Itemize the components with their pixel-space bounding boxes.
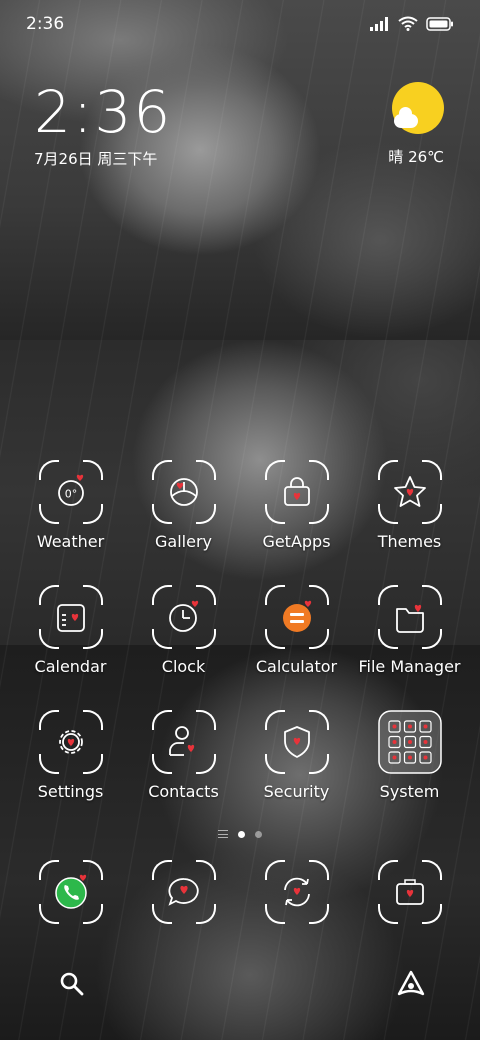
app-calculator[interactable]: Calculator — [240, 585, 353, 710]
app-label: System — [379, 782, 440, 801]
clock-widget-date: 7月26日 周三下午 — [34, 150, 158, 168]
app-weather[interactable]: 0° Weather — [14, 460, 127, 585]
app-label: Calculator — [255, 657, 338, 676]
app-file-manager[interactable]: File Manager — [353, 585, 466, 710]
themes-icon — [377, 460, 442, 524]
app-label: Weather — [36, 532, 105, 551]
cloud-icon — [394, 107, 418, 128]
app-label: Calendar — [34, 657, 107, 676]
page-menu-icon — [218, 830, 228, 838]
getapps-icon — [264, 460, 329, 524]
calendar-icon — [38, 585, 103, 649]
dock-messages[interactable] — [127, 860, 240, 924]
app-label: File Manager — [358, 657, 461, 676]
status-bar: 2:36 — [0, 0, 480, 50]
app-clock[interactable]: Clock — [127, 585, 240, 710]
app-label: Settings — [37, 782, 104, 801]
app-label: GetApps — [262, 532, 331, 551]
page-indicator[interactable] — [0, 830, 480, 838]
app-getapps[interactable]: GetApps — [240, 460, 353, 585]
phone-icon — [38, 860, 103, 924]
app-grid: 0° Weather Gallery GetApps Themes Calend… — [14, 460, 466, 835]
page-dot — [255, 830, 262, 838]
security-icon — [264, 710, 329, 774]
dock-camera[interactable] — [353, 860, 466, 924]
app-contacts[interactable]: Contacts — [127, 710, 240, 835]
app-label: Clock — [161, 657, 206, 676]
contacts-icon — [151, 710, 216, 774]
clock-icon — [151, 585, 216, 649]
app-system-folder[interactable]: System — [353, 710, 466, 835]
weather-widget-condition: 晴 26℃ — [388, 148, 444, 166]
messages-icon — [151, 860, 216, 924]
app-calendar[interactable]: Calendar — [14, 585, 127, 710]
clock-widget-time: 2:36 — [34, 78, 173, 146]
status-icons — [370, 16, 454, 31]
calculator-icon — [264, 585, 329, 649]
app-security[interactable]: Security — [240, 710, 353, 835]
camera-icon — [377, 860, 442, 924]
dock — [14, 860, 466, 924]
app-themes[interactable]: Themes — [353, 460, 466, 585]
bottom-bar — [0, 960, 480, 1010]
dock-phone[interactable] — [14, 860, 127, 924]
weather-icon-temp: 0° — [64, 488, 77, 501]
browser-icon — [264, 860, 329, 924]
app-label: Security — [263, 782, 330, 801]
settings-icon — [38, 710, 103, 774]
file-manager-icon — [377, 585, 442, 649]
battery-icon — [426, 16, 453, 31]
app-label: Gallery — [155, 532, 212, 551]
status-time: 2:36 — [26, 14, 65, 34]
signal-icon — [370, 16, 388, 31]
app-label: Contacts — [148, 782, 219, 801]
weather-icon: 0° — [38, 460, 103, 524]
gallery-icon — [151, 460, 216, 524]
app-label: Themes — [377, 532, 442, 551]
search-icon[interactable] — [58, 970, 86, 998]
page-dot-active — [238, 830, 245, 838]
dock-browser[interactable] — [240, 860, 353, 924]
app-gallery[interactable]: Gallery — [127, 460, 240, 585]
wifi-icon — [398, 16, 418, 31]
assistant-icon[interactable] — [395, 968, 427, 1000]
clock-widget[interactable]: 2:36 7月26日 周三下午 — [34, 82, 172, 169]
system-folder-icon — [377, 710, 442, 774]
app-settings[interactable]: Settings — [14, 710, 127, 835]
